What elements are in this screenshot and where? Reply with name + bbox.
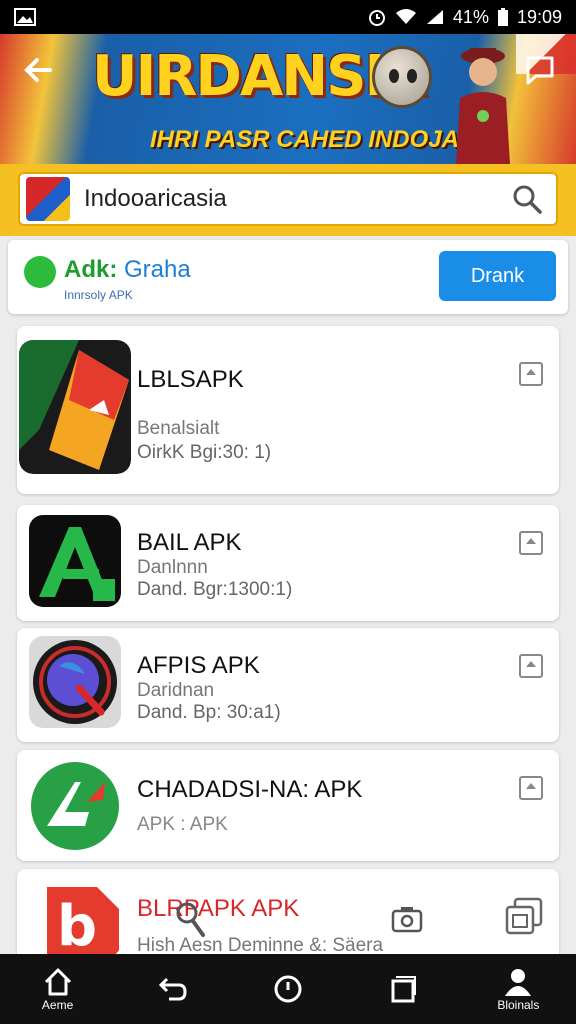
app-list-item[interactable]: AFPIS APK Daridnan Dand. Bp: 30:a1): [17, 628, 559, 742]
nav-profile-label: Bloinals: [497, 998, 540, 1012]
chat-icon[interactable]: [522, 52, 558, 88]
bookmark-icon[interactable]: [519, 531, 543, 555]
banner-subtitle: IHRI PASR CAHED INDOJAN: [150, 126, 477, 153]
alarm-icon: [368, 10, 385, 26]
sponsored-ad-banner[interactable]: Adk: Graha Innrsoly APK Drank: [8, 240, 568, 314]
app-icon: [29, 636, 121, 728]
gallery-icon[interactable]: [503, 895, 545, 937]
recents-icon: [391, 976, 417, 1003]
bookmark-icon[interactable]: [519, 362, 543, 386]
ad-logo-icon: [24, 256, 56, 288]
ad-tagline: Innrsoly APK: [64, 288, 133, 302]
search-input[interactable]: [70, 185, 510, 213]
ad-name: Adk: Graha: [64, 256, 191, 283]
ad-action-button[interactable]: Drank: [439, 251, 556, 301]
svg-text:b: b: [57, 894, 97, 957]
home-icon: [44, 968, 71, 996]
app-name: BLRPAPK APK: [137, 895, 300, 922]
app-name: BAIL APK: [137, 529, 242, 556]
signal-icon: [426, 10, 443, 24]
app-meta: OirkK Bgi:30: 1): [137, 442, 272, 463]
clock-icon: [274, 975, 302, 1003]
app-name: AFPIS APK: [137, 652, 260, 679]
app-meta: APK : APK: [137, 814, 228, 835]
camera-icon[interactable]: [391, 905, 423, 933]
app-name: LBLSAPK: [137, 366, 244, 393]
nav-home[interactable]: Aeme: [18, 959, 98, 1019]
clock: 19:09: [516, 6, 562, 27]
app-icon: [19, 340, 131, 474]
app-list-item[interactable]: b BLRPAPK APK Hish Aesn Deminne &: Säera: [17, 869, 559, 964]
bottom-nav-bar: Aeme Bloinals: [0, 954, 576, 1024]
app-list-item[interactable]: CHADADSI-NA: APK APK : APK: [17, 750, 559, 861]
header-banner: UIRDANSIA IHRI PASR CAHED INDOJAN: [0, 34, 576, 164]
bookmark-icon[interactable]: [519, 654, 543, 678]
app-developer: Benalsialt: [137, 418, 220, 439]
app-developer: Daridnan: [137, 680, 215, 701]
search-bar: [18, 172, 558, 226]
app-meta: Dand. Bgr:1300:1): [137, 579, 293, 600]
mascot-illustration: [372, 46, 432, 108]
battery-icon: [497, 8, 508, 26]
search-bar-container: [0, 164, 576, 236]
character-illustration: [456, 48, 510, 164]
app-list-item[interactable]: BAIL APK Danlnnn Dand. Bgr:1300:1): [17, 505, 559, 621]
app-icon: b: [47, 887, 119, 957]
search-icon[interactable]: [510, 182, 544, 216]
battery-percent: 41%: [452, 6, 489, 27]
app-name: CHADADSI-NA: APK: [137, 776, 363, 803]
nav-back[interactable]: [133, 959, 213, 1019]
app-developer: Danlnnn: [137, 557, 208, 578]
app-meta: Dand. Bp: 30:a1): [137, 702, 281, 723]
nav-recents[interactable]: [363, 959, 443, 1019]
app-icon: [29, 515, 121, 607]
back-icon: [158, 977, 187, 1001]
app-icon: [31, 762, 119, 850]
app-list-item[interactable]: LBLSAPK Benalsialt OirkK Bgi:30: 1): [17, 326, 559, 494]
image-notification-icon: [14, 8, 36, 26]
search-icon[interactable]: [173, 899, 207, 939]
wifi-icon: [395, 9, 416, 24]
nav-profile[interactable]: Bloinals: [478, 959, 558, 1019]
nav-timer[interactable]: [248, 959, 328, 1019]
bookmark-icon[interactable]: [519, 776, 543, 800]
status-bar: 41% 19:09: [0, 0, 576, 34]
back-arrow-icon[interactable]: [20, 52, 60, 92]
nav-home-label: Aeme: [41, 998, 74, 1012]
profile-icon: [505, 969, 532, 996]
country-flag-icon: [26, 177, 70, 221]
